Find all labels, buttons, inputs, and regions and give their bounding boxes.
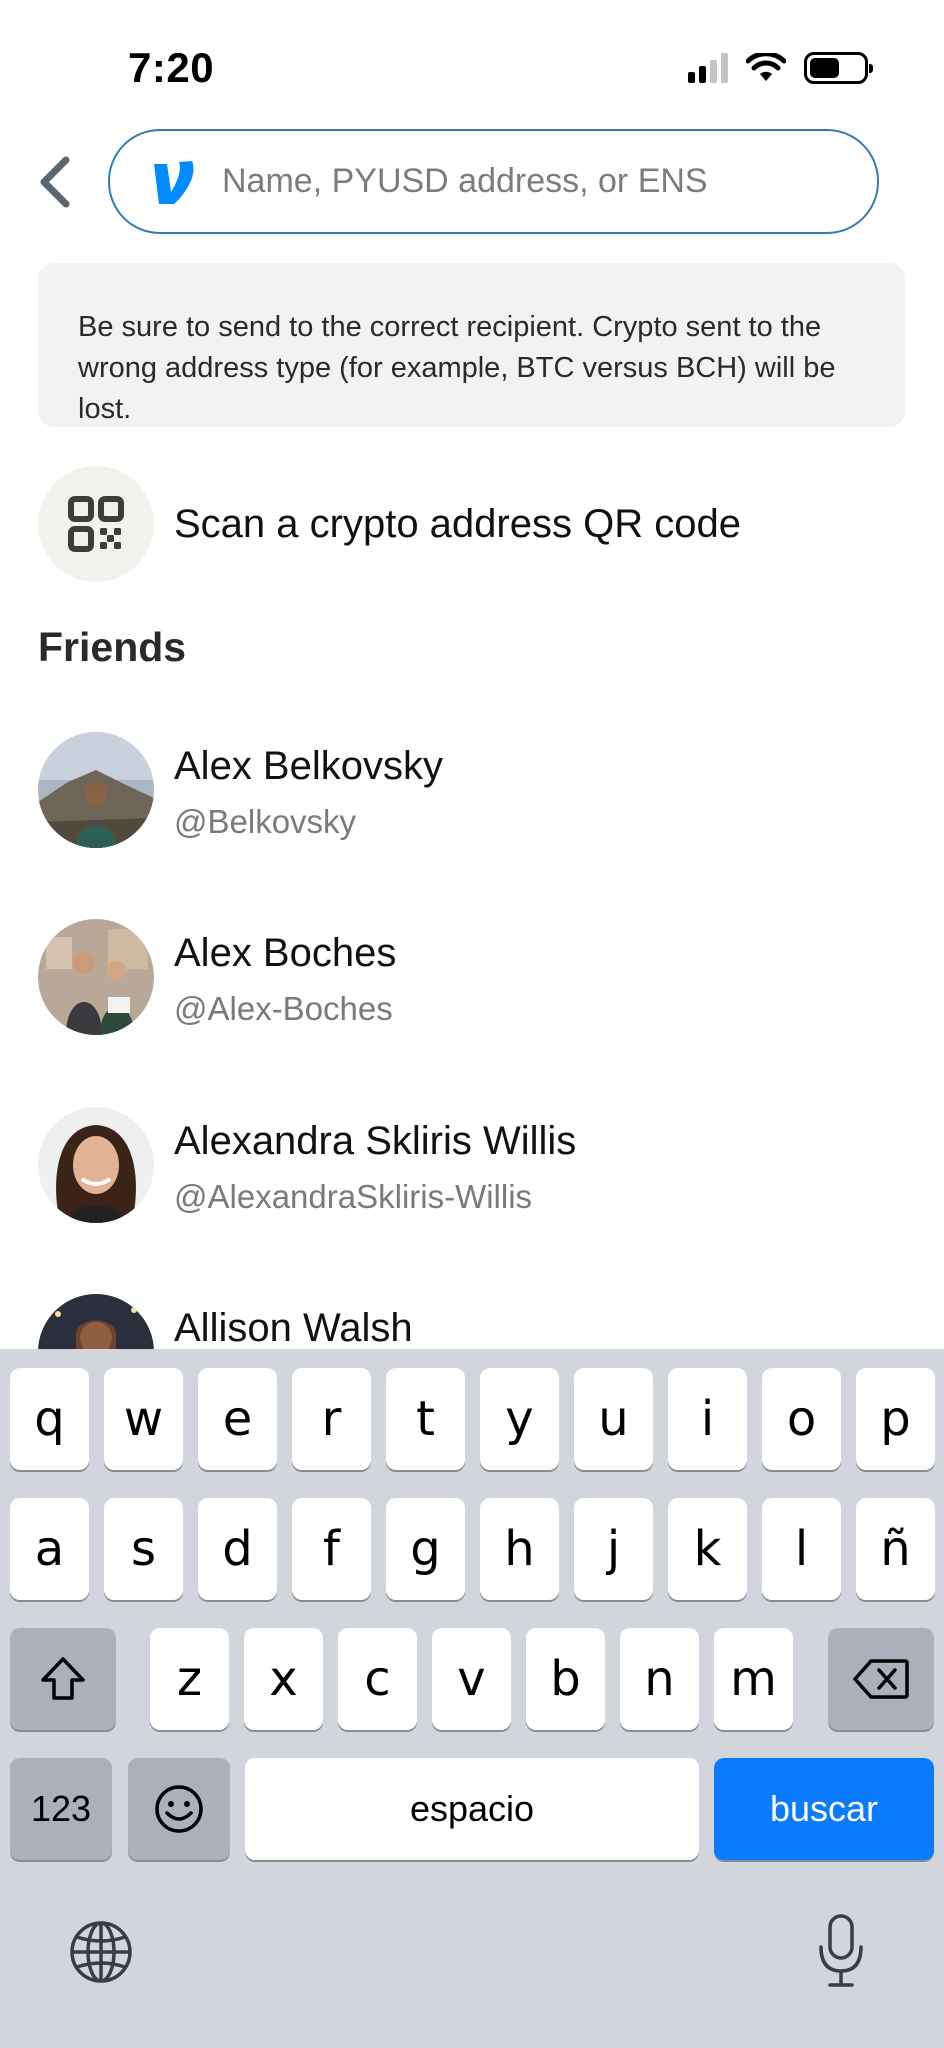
key-v[interactable]: v	[432, 1628, 511, 1730]
scan-qr-row[interactable]: Scan a crypto address QR code	[38, 466, 741, 582]
globe-icon	[70, 1921, 132, 1983]
warning-text: Be sure to send to the correct recipient…	[78, 311, 836, 425]
status-time: 7:20	[128, 44, 215, 91]
dictation-button[interactable]	[806, 1911, 876, 1991]
backspace-icon	[853, 1659, 909, 1699]
key-q[interactable]: q	[10, 1368, 89, 1470]
recipient-warning: Be sure to send to the correct recipient…	[38, 263, 905, 427]
wifi-icon	[746, 53, 786, 81]
avatar	[38, 732, 154, 848]
key-y[interactable]: y	[480, 1368, 559, 1470]
space-key[interactable]: espacio	[245, 1758, 699, 1860]
recipient-search-input[interactable]: Name, PYUSD address, or ENS	[108, 129, 879, 234]
friend-row[interactable]: Alex Belkovsky @Belkovsky	[38, 732, 443, 848]
status-icons	[688, 52, 873, 84]
shift-key[interactable]	[10, 1628, 116, 1730]
chevron-left-icon	[40, 156, 70, 208]
numbers-key[interactable]: 123	[10, 1758, 112, 1860]
key-b[interactable]: b	[526, 1628, 605, 1730]
key-u[interactable]: u	[574, 1368, 653, 1470]
emoji-icon	[155, 1785, 203, 1833]
key-j[interactable]: j	[574, 1498, 653, 1600]
backspace-key[interactable]	[828, 1628, 934, 1730]
key-z[interactable]: z	[150, 1628, 229, 1730]
status-bar: 7:20	[0, 0, 944, 120]
avatar	[38, 1107, 154, 1223]
friend-row[interactable]: Alexandra Skliris Willis @AlexandraSklir…	[38, 1107, 576, 1223]
globe-button[interactable]	[66, 1917, 136, 1987]
cellular-signal-icon	[688, 53, 728, 83]
avatar	[38, 919, 154, 1035]
key-f[interactable]: f	[292, 1498, 371, 1600]
key-h[interactable]: h	[480, 1498, 559, 1600]
key-w[interactable]: w	[104, 1368, 183, 1470]
search-key[interactable]: buscar	[714, 1758, 934, 1860]
shift-icon	[41, 1657, 85, 1700]
qr-code-icon	[38, 466, 154, 582]
keyboard: q w e r t y u i o p a s d f g h j k l ñ …	[0, 1349, 944, 2048]
key-x[interactable]: x	[244, 1628, 323, 1730]
microphone-icon	[819, 1914, 863, 1987]
key-i[interactable]: i	[668, 1368, 747, 1470]
key-p[interactable]: p	[856, 1368, 935, 1470]
key-n[interactable]: n	[620, 1628, 699, 1730]
key-r[interactable]: r	[292, 1368, 371, 1470]
friend-name: Allison Walsh	[174, 1306, 413, 1350]
key-k[interactable]: k	[668, 1498, 747, 1600]
emoji-key[interactable]	[128, 1758, 230, 1860]
friend-name: Alex Boches	[174, 931, 397, 975]
key-t[interactable]: t	[386, 1368, 465, 1470]
key-g[interactable]: g	[386, 1498, 465, 1600]
venmo-logo-icon	[154, 160, 194, 204]
friend-row[interactable]: Alex Boches @Alex-Boches	[38, 919, 396, 1035]
friend-handle: @Alex-Boches	[174, 990, 393, 1027]
back-button[interactable]	[30, 152, 80, 212]
scan-qr-label: Scan a crypto address QR code	[174, 501, 741, 546]
friend-name: Alexandra Skliris Willis	[174, 1119, 577, 1163]
battery-icon	[804, 52, 873, 84]
key-c[interactable]: c	[338, 1628, 417, 1730]
key-o[interactable]: o	[762, 1368, 841, 1470]
key-l[interactable]: l	[762, 1498, 841, 1600]
search-placeholder: Name, PYUSD address, or ENS	[222, 162, 708, 200]
key-n-tilde[interactable]: ñ	[856, 1498, 935, 1600]
key-d[interactable]: d	[198, 1498, 277, 1600]
key-e[interactable]: e	[198, 1368, 277, 1470]
key-m[interactable]: m	[714, 1628, 793, 1730]
friend-name: Alex Belkovsky	[174, 744, 443, 788]
friend-handle: @AlexandraSkliris-Willis	[174, 1178, 533, 1215]
key-a[interactable]: a	[10, 1498, 89, 1600]
key-s[interactable]: s	[104, 1498, 183, 1600]
friends-heading: Friends	[38, 624, 187, 670]
friend-handle: @Belkovsky	[174, 803, 357, 840]
